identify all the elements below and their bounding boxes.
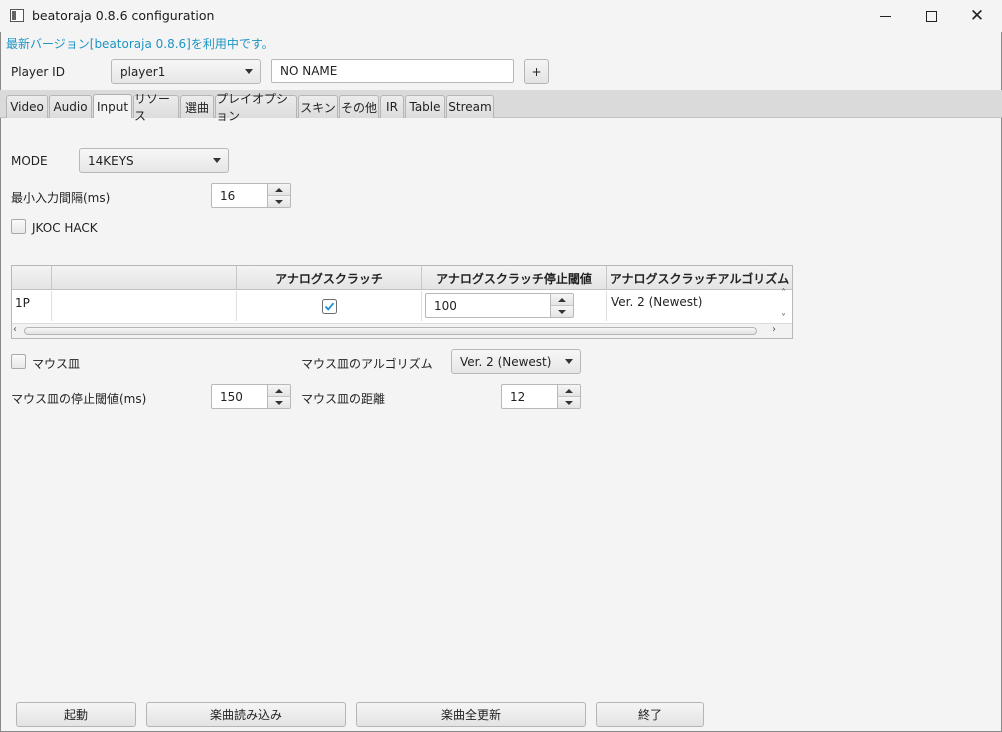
close-button[interactable]: ✕	[954, 0, 1000, 32]
mode-label: MODE	[11, 154, 48, 168]
analog-scratch-table: アナログスクラッチ アナログスクラッチ停止閾値 アナログスクラッチアルゴリズム …	[11, 265, 793, 339]
chevron-down-icon	[558, 359, 580, 364]
jkoc-hack-checkbox[interactable]	[11, 219, 26, 234]
decrement-button[interactable]	[268, 195, 290, 207]
mouse-algorithm-label: マウス皿のアルゴリズム	[301, 357, 433, 371]
column-header-algorithm[interactable]: アナログスクラッチアルゴリズム	[607, 266, 792, 290]
analog-scratch-cell	[237, 291, 422, 321]
tab-input[interactable]: Input	[93, 94, 132, 118]
tab-other[interactable]: その他	[339, 95, 379, 118]
min-interval-label: 最小入力間隔(ms)	[11, 191, 111, 205]
mode-select[interactable]: 14KEYS	[79, 148, 229, 173]
decrement-button[interactable]	[558, 396, 580, 408]
mouse-algorithm-select[interactable]: Ver. 2 (Newest)	[451, 349, 581, 374]
minimize-icon	[879, 15, 891, 17]
decrement-button[interactable]	[551, 305, 573, 317]
mouse-distance-label: マウス皿の距離	[301, 392, 386, 406]
mouse-threshold-field[interactable]: 150	[211, 384, 267, 409]
scroll-up-icon[interactable]: ˄	[781, 288, 786, 299]
decrement-button[interactable]	[268, 396, 290, 408]
add-player-button[interactable]: +	[524, 59, 549, 84]
column-header-blank[interactable]	[52, 266, 237, 290]
increment-button[interactable]	[268, 385, 290, 396]
chevron-down-icon	[238, 69, 260, 74]
mouse-distance-spinner[interactable]: 12	[501, 384, 581, 409]
tab-video[interactable]: Video	[6, 95, 48, 118]
min-interval-field[interactable]: 16	[211, 183, 267, 208]
mouse-algorithm-value: Ver. 2 (Newest)	[460, 354, 552, 369]
tab-play-options[interactable]: プレイオプション	[215, 92, 297, 123]
maximize-icon	[925, 10, 937, 22]
chevron-down-icon	[206, 158, 228, 163]
blank-cell	[52, 291, 237, 321]
column-header-analog-scratch[interactable]: アナログスクラッチ	[237, 266, 422, 290]
algorithm-cell[interactable]: Ver. 2 (Newest)	[607, 291, 782, 321]
scroll-left-icon[interactable]: ‹	[13, 324, 17, 335]
tab-skin[interactable]: スキン	[298, 95, 338, 118]
mouse-scratch-label: マウス皿	[32, 357, 81, 371]
minimize-button[interactable]	[862, 0, 908, 32]
threshold-cell: 100	[422, 291, 607, 321]
tab-stream[interactable]: Stream	[446, 95, 494, 118]
player-id-value: player1	[120, 64, 166, 79]
increment-button[interactable]	[558, 385, 580, 396]
tab-table[interactable]: Table	[405, 95, 445, 118]
player-cell: 1P	[12, 291, 52, 321]
min-interval-spinner[interactable]: 16	[211, 183, 291, 208]
column-header-player[interactable]	[12, 266, 52, 290]
player-id-select[interactable]: player1	[111, 59, 261, 84]
mode-value: 14KEYS	[88, 153, 134, 168]
threshold-spinner[interactable]: 100	[425, 293, 574, 318]
increment-button[interactable]	[551, 294, 573, 305]
scroll-right-icon[interactable]: ›	[772, 324, 776, 335]
analog-scratch-checkbox[interactable]	[322, 299, 337, 314]
close-icon: ✕	[969, 6, 985, 26]
version-notice: 最新バージョン[beatoraja 0.8.6]を利用中です。	[6, 37, 274, 51]
jkoc-hack-label: JKOC HACK	[32, 221, 98, 235]
update-all-songs-button[interactable]: 楽曲全更新	[356, 702, 586, 727]
scrollbar-thumb[interactable]	[24, 327, 757, 335]
tab-ir[interactable]: IR	[380, 95, 404, 118]
threshold-field[interactable]: 100	[425, 293, 550, 318]
mouse-scratch-checkbox[interactable]	[11, 354, 26, 369]
tab-song-select[interactable]: 選曲	[180, 95, 214, 118]
load-songs-button[interactable]: 楽曲読み込み	[146, 702, 346, 727]
exit-button[interactable]: 終了	[596, 702, 704, 727]
increment-button[interactable]	[268, 184, 290, 195]
app-icon	[10, 9, 24, 22]
player-id-label: Player ID	[11, 65, 65, 79]
player-name-input[interactable]: NO NAME	[271, 59, 514, 83]
column-header-threshold[interactable]: アナログスクラッチ停止閾値	[422, 266, 607, 290]
mouse-distance-field[interactable]: 12	[501, 384, 557, 409]
horizontal-scrollbar[interactable]: ‹ ›	[12, 323, 792, 338]
tab-resources[interactable]: リソース	[133, 92, 179, 123]
mouse-threshold-label: マウス皿の停止閾値(ms)	[11, 392, 147, 406]
mouse-threshold-spinner[interactable]: 150	[211, 384, 291, 409]
maximize-button[interactable]	[908, 0, 954, 32]
launch-button[interactable]: 起動	[16, 702, 136, 727]
window-title: beatoraja 0.8.6 configuration	[32, 8, 215, 23]
tab-audio[interactable]: Audio	[49, 95, 92, 118]
